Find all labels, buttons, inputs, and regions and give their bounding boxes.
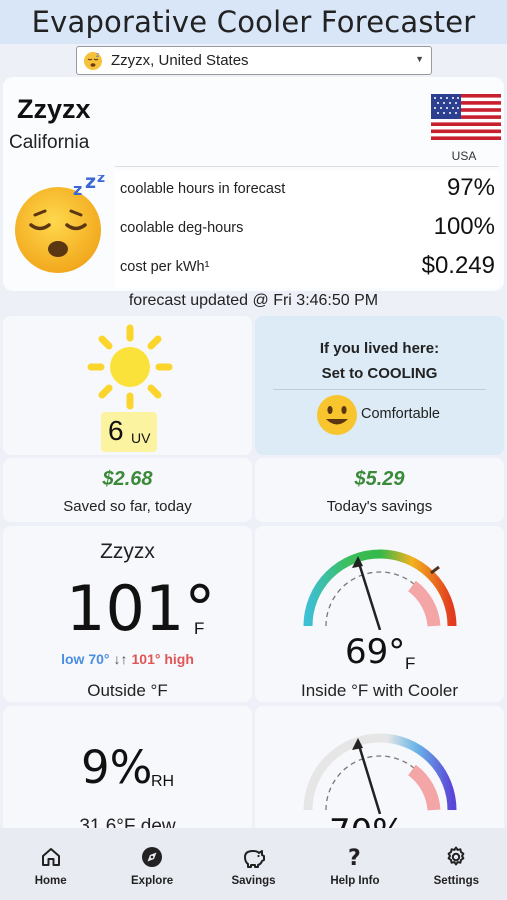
low-high-range: low 70° ↓↑ 101° high [3,651,252,667]
svg-text:z: z [85,175,96,193]
nav-label: Home [34,875,67,887]
svg-text:z: z [97,175,105,186]
dropdown-caret-icon: ▼ [415,54,424,64]
svg-text:z: z [96,52,99,59]
nav-help-info[interactable]: ? Help Info [304,828,405,900]
inside-temp-card: 69° F Inside °F with Cooler [255,526,504,702]
sleeping-face-emoji-icon: z z z [15,175,105,273]
city-name: Zzyzx [17,94,91,124]
location-select-value: Zzyzx, United States [111,52,249,69]
nav-explore[interactable]: Explore [101,828,202,900]
inside-temp-label: Inside °F with Cooler [300,681,459,700]
stat-row: coolable deg-hours 100% [115,210,499,249]
location-select[interactable]: z Zzyzx, United States ▼ [76,46,432,75]
low-high-arrows-icon: ↓↑ [113,651,128,667]
stat-value: $0.249 [421,252,495,279]
piggy-bank-icon [243,850,265,868]
nav-label: Explore [131,875,174,887]
uv-card: 6 UV [3,316,252,455]
nav-savings[interactable]: Savings [203,828,304,900]
todays-savings-label: Today's savings [326,498,433,515]
stat-value: 100% [433,213,495,240]
nav-settings[interactable]: Settings [406,828,507,900]
uv-index-badge: 6 UV [101,412,157,452]
app-title: Evaporative Cooler Forecaster [31,5,476,39]
stat-label: cost per kWh¹ [120,259,210,275]
saved-so-far-value: $2.68 [102,468,153,490]
location-summary-card: Zzyzx California USA z z z coolable hour… [3,77,504,291]
uv-unit-label: UV [131,430,151,446]
outside-temp-unit: F [194,619,205,638]
advice-heading: If you lived here: [319,340,440,357]
saved-so-far-card: $2.68 Saved so far, today [3,458,252,522]
advice-mode: Set to COOLING [321,365,438,382]
svg-text:z: z [73,180,82,199]
nav-home[interactable]: Home [0,828,101,900]
inside-temp-value: 69° [345,632,406,672]
outside-temp-card: Zzyzx 101° F low 70° ↓↑ 101° high Outside … [3,526,252,702]
smiling-face-icon [317,395,357,435]
sleeping-face-icon: z [84,51,102,70]
question-icon: ? [348,846,361,868]
stat-value: 97% [446,174,495,201]
saved-so-far-label: Saved so far, today [63,498,192,515]
nav-label: Help Info [330,875,380,887]
usa-flag-icon [431,94,501,140]
stat-row: coolable hours in forecast 97% [115,171,499,210]
forecast-updated-text: forecast updated @ Fri 3:46:50 PM [128,292,379,309]
cooling-advice-card: If you lived here: Set to COOLING Comfor… [255,316,504,455]
stat-row: cost per kWh¹ $0.249 [115,249,499,288]
outside-temp-label: Outside °F [87,681,168,700]
country-label: USA [451,149,477,163]
humidity-card: 9% RH 31.6°F dew [3,706,252,837]
home-icon [41,848,60,866]
compass-icon [142,847,163,867]
todays-savings-card: $5.29 Today's savings [255,458,504,522]
divider [273,389,486,390]
humidity-gauge [303,733,457,814]
comfort-level-text: Comfortable [361,406,440,422]
inside-temp-gauge [303,549,457,630]
todays-savings-value: $5.29 [354,468,405,490]
low-temp: low 70° [61,651,110,667]
state-name: California [9,132,90,153]
nav-label: Savings [231,875,276,887]
uv-index-value: 6 [108,415,124,446]
app-header: Evaporative Cooler Forecaster [0,0,507,44]
divider [115,166,499,167]
high-temp: 101° high [131,651,194,667]
outside-temp-value: 101° [66,572,216,645]
bottom-navigation: Home Explore Savings ? Help Info Setting… [0,828,507,900]
outside-city-name: Zzyzx [100,540,155,563]
stat-label: coolable hours in forecast [120,181,286,197]
sun-icon [87,324,173,410]
stats-table: coolable hours in forecast 97% coolable … [115,171,499,288]
humidity-value: 9% [81,741,153,794]
gear-icon [447,846,465,866]
humidity-gauge-card: 70% [255,706,504,852]
humidity-unit: RH [151,773,175,790]
stat-label: coolable deg-hours [120,220,244,236]
inside-temp-unit: F [405,654,416,673]
svg-text:?: ? [348,846,361,868]
nav-label: Settings [433,875,480,887]
